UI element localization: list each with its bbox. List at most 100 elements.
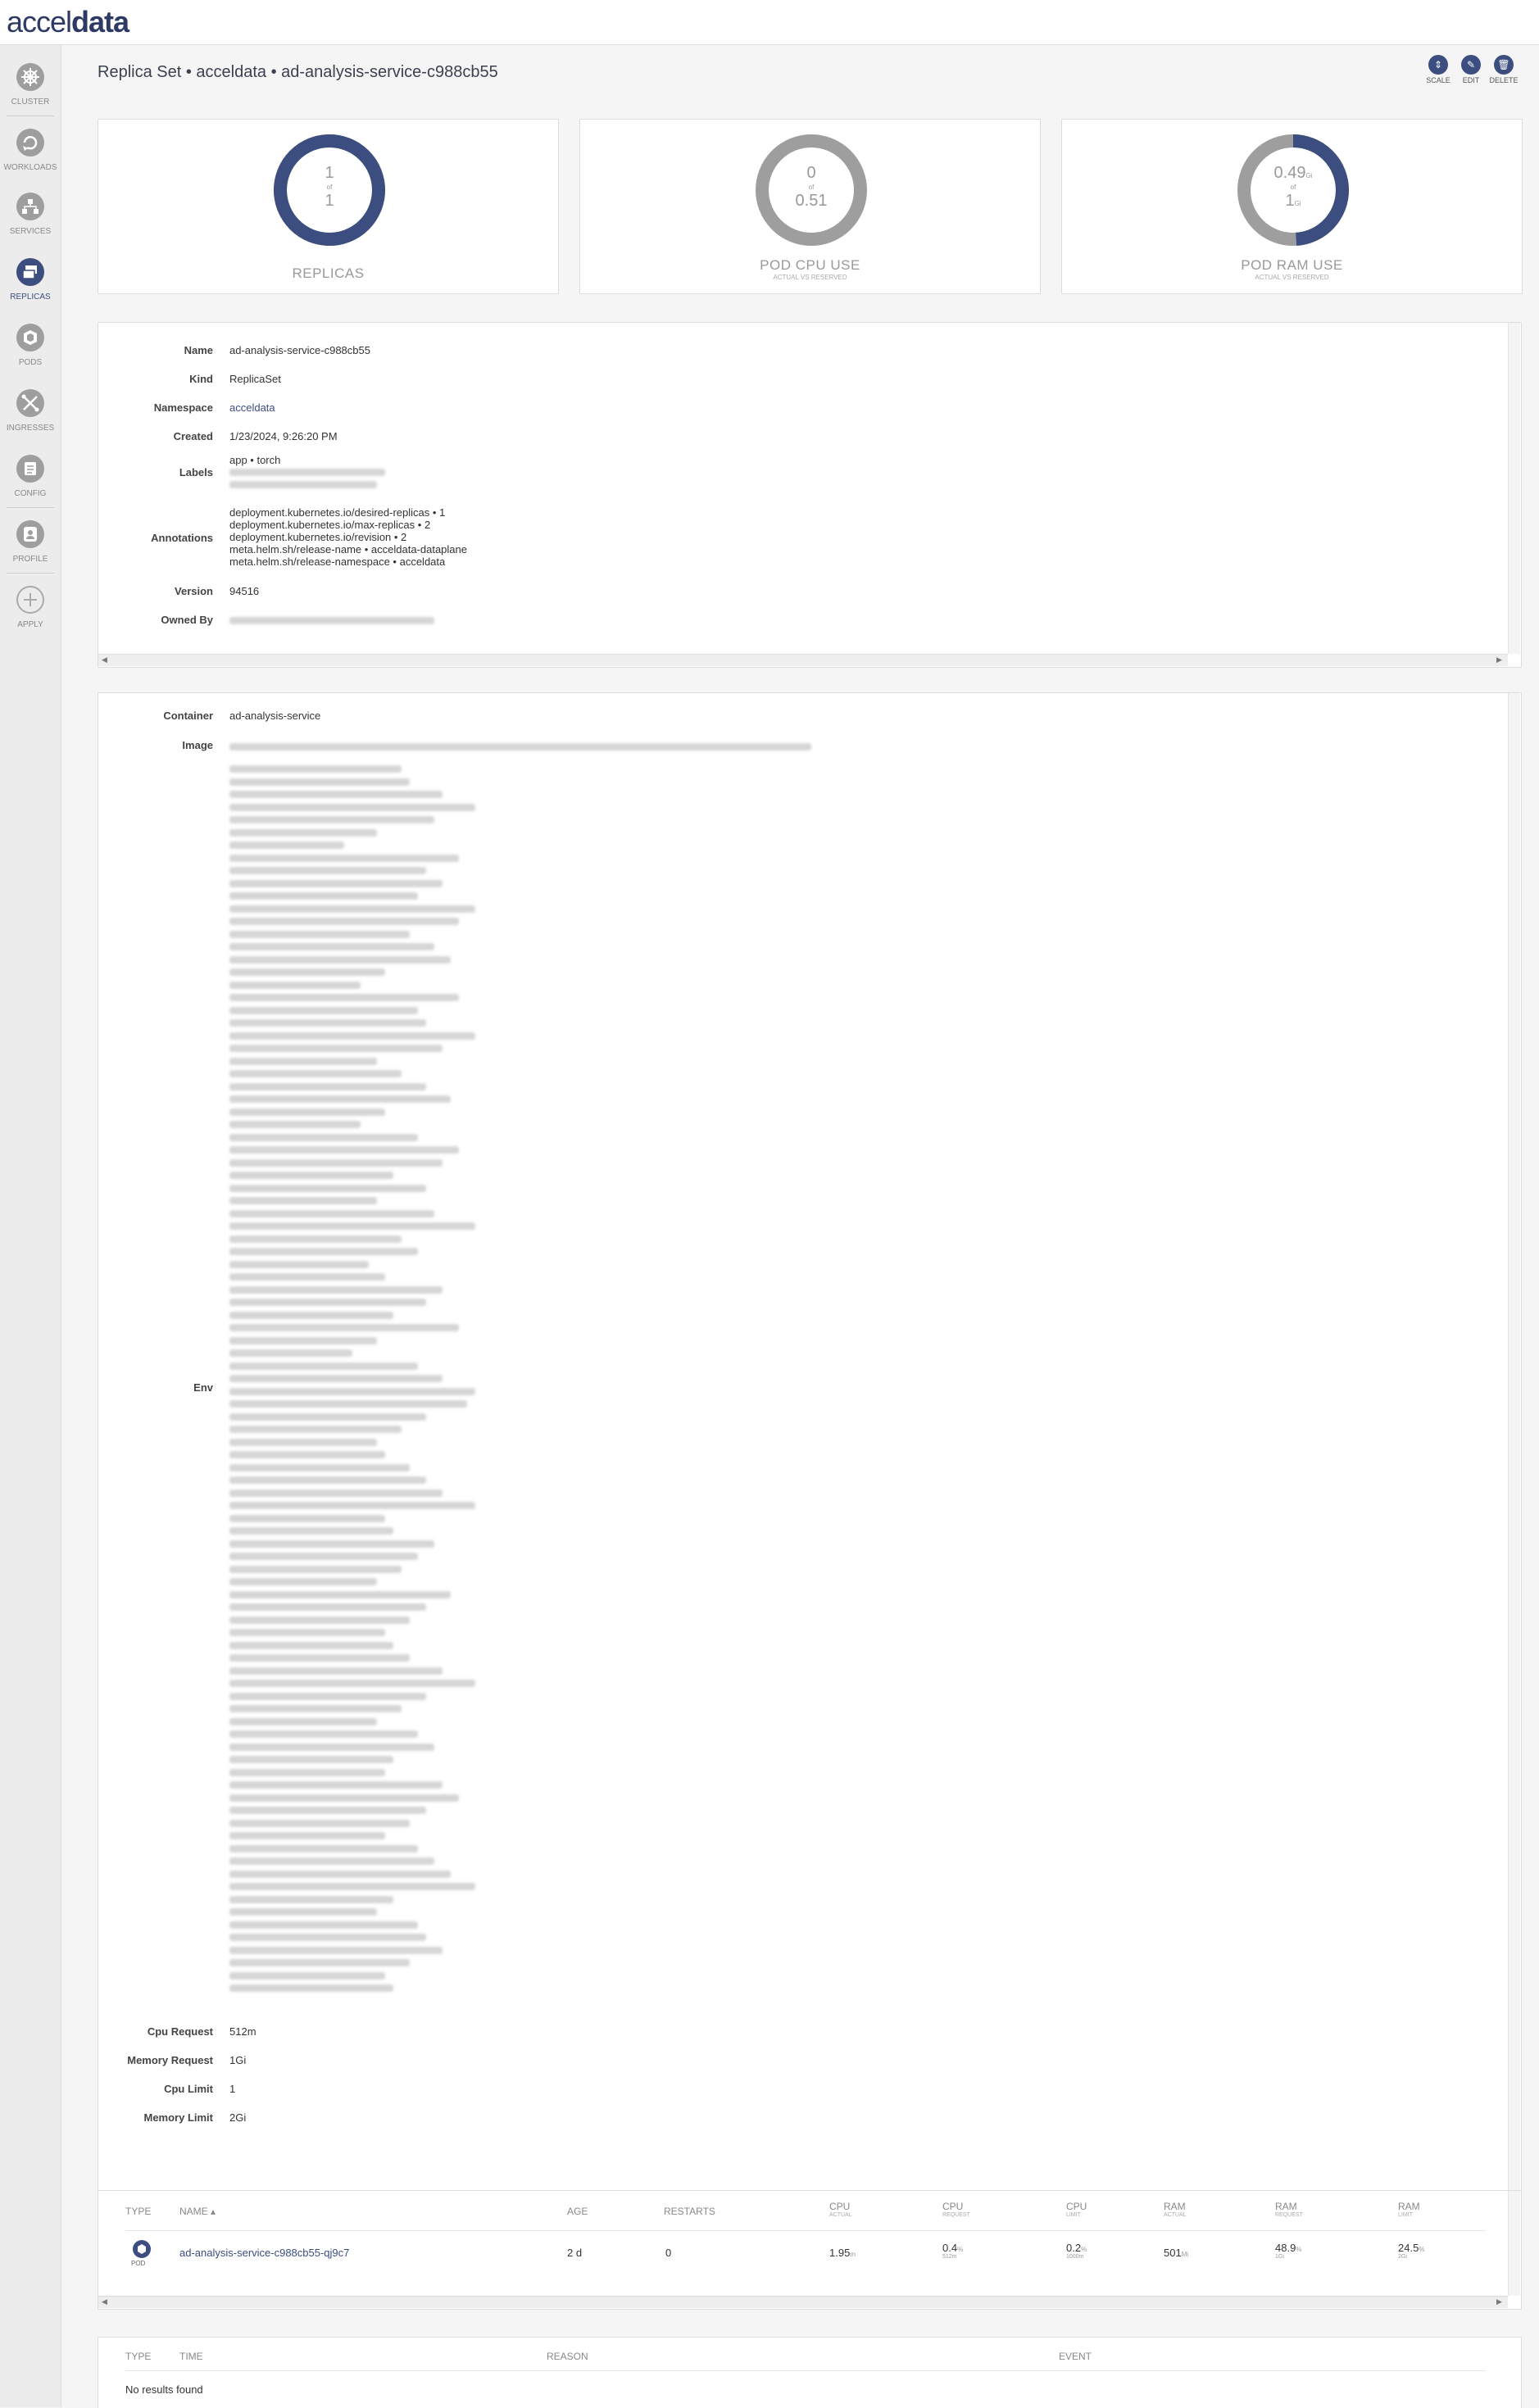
annotation-item: deployment.kubernetes.io/desired-replica… — [229, 506, 446, 519]
column-header-ram-actual[interactable]: RAM ACTUAL — [1164, 2201, 1187, 2218]
vertical-scrollbar[interactable] — [1508, 2191, 1520, 2296]
header-sub: REQUEST — [942, 2212, 970, 2218]
redacted-env-line — [229, 905, 475, 913]
annotation-item: deployment.kubernetes.io/revision • 2 — [229, 531, 407, 543]
redacted-env-line — [229, 791, 443, 798]
unit: % — [957, 2246, 964, 2253]
sidebar-item-config[interactable]: CONFIG — [0, 443, 61, 507]
redacted-env-line — [229, 1959, 410, 1966]
acceldata-logo[interactable]: acceldata — [7, 5, 129, 39]
scroll-right-icon[interactable]: ▶ — [1496, 655, 1502, 664]
sidebar-item-replicas[interactable]: REPLICAS — [0, 247, 61, 311]
redacted-env-line — [229, 879, 443, 887]
redacted-env-line — [229, 1133, 418, 1141]
memory-request-value: 1Gi — [229, 2054, 247, 2066]
value: 24.5 — [1398, 2242, 1419, 2254]
column-header-event[interactable]: EVENT — [1059, 2351, 1092, 2362]
redacted-env-line — [229, 1870, 451, 1878]
pod-icon — [133, 2240, 151, 2258]
redacted-env-line — [229, 765, 402, 773]
logo-suffix: data — [71, 5, 129, 39]
sidebar-item-apply[interactable]: APPLY — [0, 574, 61, 638]
delete-button[interactable]: 🗑 DELETE — [1487, 55, 1520, 84]
redacted-env-line — [229, 1680, 475, 1687]
top-bar: acceldata — [0, 0, 1539, 45]
redacted-env-line — [229, 1717, 377, 1726]
column-header-name[interactable]: NAME ▴ — [179, 2206, 216, 2217]
redacted-env-line — [229, 1654, 410, 1662]
column-header-ram-request[interactable]: RAM REQUEST — [1275, 2201, 1303, 2218]
column-header-reason[interactable]: REASON — [547, 2351, 588, 2362]
column-header-restarts[interactable]: RESTARTS — [664, 2206, 715, 2217]
header-divider — [125, 2370, 1486, 2371]
redacted-env-line — [229, 1934, 426, 1941]
container-value: ad-analysis-service — [229, 710, 321, 722]
redacted-env-line — [229, 1209, 434, 1218]
annotation-item: deployment.kubernetes.io/max-replicas • … — [229, 519, 431, 531]
redacted-env-line — [229, 981, 361, 989]
column-header-cpu-limit[interactable]: CPU LIMIT — [1066, 2201, 1087, 2218]
network-icon — [16, 193, 44, 220]
sidebar-item-label: WORKLOADS — [3, 163, 57, 172]
scroll-left-icon[interactable]: ◀ — [102, 2297, 107, 2306]
redacted-text — [229, 743, 811, 751]
pod-name-link[interactable]: ad-analysis-service-c988cb55-qj9c7 — [179, 2247, 349, 2259]
sidebar-item-workloads[interactable]: WORKLOADS — [0, 117, 61, 181]
unit: m — [850, 2251, 856, 2258]
scroll-right-icon[interactable]: ▶ — [1496, 2297, 1502, 2306]
horizontal-scrollbar[interactable]: ◀ ▶ — [98, 654, 1508, 666]
column-header-type[interactable]: TYPE — [125, 2206, 151, 2217]
ram-reserved: 1 — [1285, 192, 1295, 210]
cpu-limit-label: Cpu Limit — [164, 2083, 213, 2095]
sidebar-item-profile[interactable]: PROFILE — [0, 509, 61, 573]
unit: Mi — [1181, 2251, 1189, 2258]
scale-button[interactable]: ⇕ SCALE — [1422, 55, 1455, 84]
redacted-env-line — [229, 1502, 475, 1509]
redacted-env-line — [229, 803, 475, 811]
namespace-link[interactable]: acceldata — [229, 401, 275, 414]
plus-icon — [16, 586, 44, 614]
edit-button[interactable]: ✎ EDIT — [1455, 55, 1487, 84]
redacted-env-line — [229, 955, 451, 964]
cpu-gauge-value: 0 of 0.51 — [754, 133, 869, 247]
column-header-cpu-actual[interactable]: CPU ACTUAL — [829, 2201, 852, 2218]
column-header-type[interactable]: TYPE — [125, 2351, 151, 2362]
pods-table-card: TYPE NAME ▴ AGE RESTARTS CPU ACTUAL CPU RE… — [98, 2190, 1522, 2310]
cpu-actual: 0 — [806, 164, 816, 182]
delete-button-label: DELETE — [1489, 76, 1519, 84]
sidebar-item-cluster[interactable]: CLUSTER — [0, 52, 61, 116]
version-value: 94516 — [229, 585, 260, 597]
sidebar-divider — [7, 573, 54, 574]
page-title: Replica Set • acceldata • ad-analysis-se… — [98, 63, 498, 81]
header-divider — [125, 2230, 1486, 2231]
redacted-env-line — [229, 1108, 385, 1116]
annotation-item: meta.helm.sh/release-namespace • accelda… — [229, 556, 446, 568]
owned-by-value[interactable] — [229, 614, 434, 627]
column-header-time[interactable]: TIME — [179, 2351, 203, 2362]
ram-gauge-card: 0.49Gi of 1Gi POD RAM USE ACTUAL VS RESE… — [1061, 119, 1523, 294]
column-header-age[interactable]: AGE — [567, 2206, 588, 2217]
sidebar-item-ingresses[interactable]: INGRESSES — [0, 378, 61, 442]
replicas-gauge-card: 1 of 1 REPLICAS — [98, 119, 559, 294]
edit-button-label: EDIT — [1462, 76, 1480, 84]
column-header-ram-limit[interactable]: RAM LIMIT — [1398, 2201, 1420, 2218]
horizontal-scrollbar[interactable]: ◀ ▶ — [98, 2296, 1508, 2308]
redacted-env-line — [229, 1362, 418, 1370]
cube-icon — [16, 324, 44, 351]
column-header-cpu-request[interactable]: CPU REQUEST — [942, 2201, 970, 2218]
redacted-env-line — [229, 1273, 385, 1281]
sidebar-item-services[interactable]: SERVICES — [0, 181, 61, 245]
labels-value: app • torch — [229, 454, 385, 491]
vertical-scrollbar[interactable] — [1508, 693, 1520, 2196]
redacted-env-line — [229, 1794, 459, 1802]
redacted-env-line — [229, 1235, 402, 1243]
scroll-left-icon[interactable]: ◀ — [102, 655, 107, 664]
sidebar-item-pods[interactable]: PODS — [0, 312, 61, 376]
labels-label: Labels — [179, 466, 213, 478]
unit: % — [1081, 2246, 1087, 2253]
redacted-env-line — [229, 1248, 418, 1255]
image-label: Image — [182, 739, 213, 751]
vertical-scrollbar[interactable] — [1508, 323, 1520, 654]
redacted-env-line — [229, 1260, 369, 1268]
gauge-of: of — [808, 184, 815, 191]
